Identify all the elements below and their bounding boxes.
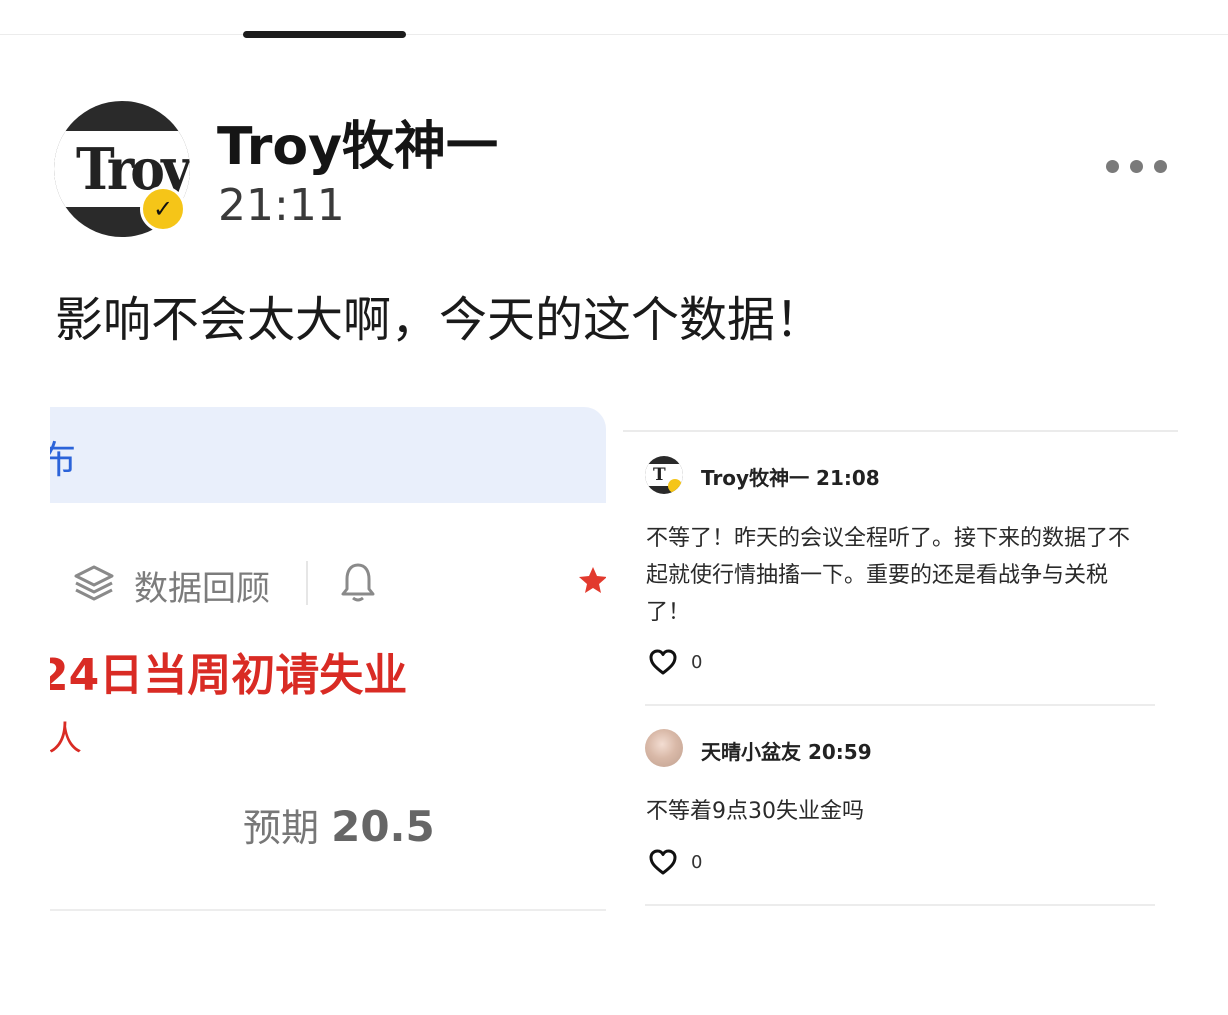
bell-icon [341, 563, 375, 602]
like-count: 0 [691, 651, 703, 673]
comment-author: Troy牧神一 21:08 [701, 466, 880, 490]
like-button[interactable]: 0 [649, 849, 702, 875]
expect-label: 预期 [243, 806, 320, 850]
data-review-label: 数据回顾 [134, 569, 270, 609]
comment-divider [645, 704, 1155, 706]
like-button[interactable]: 0 [649, 649, 702, 675]
comment-avatar[interactable] [645, 729, 683, 767]
bottom-divider [50, 909, 606, 911]
separator [306, 561, 308, 605]
comment-divider [645, 904, 1155, 906]
headline-sub: 人 [50, 719, 82, 759]
top-divider [623, 430, 1178, 432]
banner-text: 布 [50, 438, 77, 482]
like-count: 0 [691, 851, 703, 873]
comment-text: 不等了！昨天的会议全程听了。接下来的数据了不起就使行情抽搐一下。重要的还是看战争… [646, 526, 1131, 625]
headline: 24日当周初请失业 [50, 650, 408, 701]
post-image-right[interactable]: T Troy牧神一 21:08 不等了！昨天的会议全程听了。接下来的数据了不起就… [623, 430, 1178, 910]
verified-badge-icon: ✓ [140, 186, 186, 232]
banner [50, 407, 606, 503]
author-name[interactable]: Troy牧神一 [217, 104, 498, 179]
layers-icon [74, 565, 114, 601]
more-dots-icon[interactable] [1106, 160, 1167, 173]
post-image-left[interactable]: 布 数据回顾 24日当周初请失业 人 预期 20.5 [50, 407, 606, 912]
drag-handle[interactable] [243, 31, 406, 38]
post-time: 21:11 [218, 180, 345, 231]
heart-icon [649, 649, 677, 675]
expect-value: 20.5 [331, 802, 435, 851]
top-divider [0, 34, 1228, 35]
expectation: 预期 20.5 [243, 797, 435, 852]
heart-icon [649, 849, 677, 875]
comment-avatar[interactable]: T [645, 456, 683, 494]
post-text: 影响不会太大啊，今天的这个数据！ [55, 292, 824, 348]
comment-author: 天晴小盆友 20:59 [701, 740, 872, 764]
star-icon [579, 567, 606, 593]
comment-text: 不等着9点30失业金吗 [646, 799, 864, 824]
